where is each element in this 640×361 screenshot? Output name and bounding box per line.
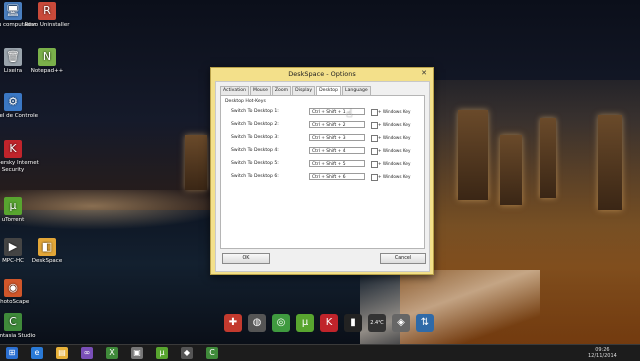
hotkey-label: Switch To Desktop 2:: [231, 122, 279, 127]
desktop-icon-label: uTorrent: [1, 217, 25, 223]
desktop-icon[interactable]: µ uTorrent: [0, 197, 41, 224]
hotkey-field[interactable]: Ctrl + Shift + 1: [309, 108, 365, 115]
start-windows-icon[interactable]: ⊞: [6, 347, 18, 359]
desktop-icon-label: Notepad++: [30, 68, 64, 74]
windows-key-checkbox[interactable]: [371, 135, 378, 142]
xbox-icon[interactable]: X: [106, 347, 118, 359]
wallpaper-building: [598, 115, 622, 210]
network-icon[interactable]: ⇅: [416, 314, 434, 332]
windows-key-checkbox[interactable]: [371, 174, 378, 181]
deskspace-options-dialog[interactable]: DeskSpace - Options ✕ Activation Mouse Z…: [210, 67, 434, 275]
hotkey-field[interactable]: Ctrl + Shift + 6: [309, 173, 365, 180]
hotkey-row: Switch To Desktop 3: Ctrl + Shift + 3 + …: [231, 134, 416, 142]
photos-icon[interactable]: ▣: [131, 347, 143, 359]
hotkeys-group-title: Desktop Hot-Keys: [225, 99, 266, 104]
wallpaper-building: [540, 118, 556, 198]
hotkey-row: Switch To Desktop 6: Ctrl + Shift + 6 + …: [231, 173, 416, 181]
desktop-icon-label: Revo Uninstaller: [24, 22, 70, 28]
windows-key-label: + Windows Key: [378, 135, 411, 140]
taskbar: ⊞ e ▤ ∞ X ▣ µ ◆ C 09:26 12/11/2014: [0, 344, 640, 361]
windows-key-checkbox[interactable]: [371, 122, 378, 129]
visual-studio-icon[interactable]: ∞: [81, 347, 93, 359]
tab-strip: Activation Mouse Zoom Display Desktop La…: [220, 86, 372, 95]
desktop-icon[interactable]: K Kaspersky Internet Security: [0, 140, 41, 173]
windows-key-checkbox[interactable]: [371, 161, 378, 168]
hotkey-label: Switch To Desktop 3:: [231, 135, 279, 140]
desktop-icon[interactable]: R Revo Uninstaller: [19, 2, 75, 29]
kaspersky-icon: K: [4, 140, 22, 158]
ie-icon[interactable]: e: [31, 347, 43, 359]
deskspace-icon: ◧: [38, 238, 56, 256]
control-panel-icon: ⚙: [4, 93, 22, 111]
tab-language[interactable]: Language: [342, 86, 371, 95]
red-app-icon[interactable]: ✚: [224, 314, 242, 332]
utorrent-icon[interactable]: µ: [296, 314, 314, 332]
camtasia-icon: C: [4, 313, 22, 331]
system-icon[interactable]: ◈: [392, 314, 410, 332]
globe-icon[interactable]: ◍: [248, 314, 266, 332]
tab-activation[interactable]: Activation: [220, 86, 249, 95]
tray-clock[interactable]: 09:26 12/11/2014: [588, 347, 617, 359]
cancel-button[interactable]: Cancel: [380, 253, 426, 264]
desktop-icon-label: DeskSpace: [31, 258, 63, 264]
hotkey-label: Switch To Desktop 1:: [231, 109, 279, 114]
desktop-icon[interactable]: ◧ DeskSpace: [19, 238, 75, 265]
close-button[interactable]: ✕: [419, 69, 429, 78]
hotkey-row: Switch To Desktop 2: Ctrl + Shift + 2 + …: [231, 121, 416, 129]
hotkey-field[interactable]: Ctrl + Shift + 5: [309, 160, 365, 167]
hotkey-label: Switch To Desktop 6:: [231, 174, 279, 179]
revo-icon: R: [38, 2, 56, 20]
hotkey-row: Switch To Desktop 5: Ctrl + Shift + 5 + …: [231, 160, 416, 168]
tab-desktop[interactable]: Desktop: [316, 86, 342, 95]
explorer-icon[interactable]: ▤: [56, 347, 68, 359]
hotkey-row: Switch To Desktop 4: Ctrl + Shift + 4 + …: [231, 147, 416, 155]
desktop-icon-label: Camtasia Studio: [0, 333, 36, 339]
clock-date: 12/11/2014: [588, 353, 617, 359]
dialog-title: DeskSpace - Options: [288, 70, 356, 78]
windows-key-label: + Windows Key: [378, 161, 411, 166]
temperature-icon[interactable]: 2.4℃: [368, 314, 386, 332]
dock-bar: ✚ ◍ ◎ µ K ▮ 2.4℃ ◈ ⇅: [218, 312, 454, 342]
hotkey-label: Switch To Desktop 5:: [231, 161, 279, 166]
utorrent-icon[interactable]: µ: [156, 347, 168, 359]
wallpaper-building: [458, 110, 488, 200]
wallpaper-building: [500, 135, 522, 205]
app-icon[interactable]: ◆: [181, 347, 193, 359]
kaspersky-icon[interactable]: K: [320, 314, 338, 332]
tab-display[interactable]: Display: [292, 86, 316, 95]
hotkey-row: Switch To Desktop 1: Ctrl + Shift + 1 + …: [231, 108, 416, 116]
windows-key-label: + Windows Key: [378, 148, 411, 153]
windows-key-label: + Windows Key: [378, 109, 411, 114]
ok-button[interactable]: OK: [222, 253, 270, 264]
wallpaper-building: [185, 135, 207, 190]
desktop-icon-label: PhotoScape: [0, 299, 30, 305]
tab-zoom[interactable]: Zoom: [271, 86, 292, 95]
windows-key-label: + Windows Key: [378, 122, 411, 127]
dialog-body: Activation Mouse Zoom Display Desktop La…: [215, 81, 430, 272]
desktop-tab-panel: Desktop Hot-Keys Switch To Desktop 1: Ct…: [220, 95, 425, 249]
desktop-icon[interactable]: ⚙ Painel de Controle: [0, 93, 41, 120]
chrome-icon[interactable]: ◎: [272, 314, 290, 332]
tab-mouse[interactable]: Mouse: [250, 86, 271, 95]
hotkey-field[interactable]: Ctrl + Shift + 4: [309, 147, 365, 154]
windows-key-label: + Windows Key: [378, 174, 411, 179]
hotkey-label: Switch To Desktop 4:: [231, 148, 279, 153]
desktop-icon[interactable]: C Camtasia Studio: [0, 313, 41, 340]
hotkey-field[interactable]: Ctrl + Shift + 3: [309, 134, 365, 141]
utorrent-icon: µ: [4, 197, 22, 215]
desktop-icon[interactable]: N Notepad++: [19, 48, 75, 75]
hotkey-field[interactable]: Ctrl + Shift + 2: [309, 121, 365, 128]
notepad-icon: N: [38, 48, 56, 66]
hand-cursor-icon: ☝: [346, 107, 353, 120]
camtasia-icon[interactable]: C: [206, 347, 218, 359]
desktop-icon-label: Kaspersky Internet Security: [0, 160, 39, 173]
desktop-icon-label: Painel de Controle: [0, 113, 38, 119]
windows-key-checkbox[interactable]: [371, 148, 378, 155]
video-icon[interactable]: ▮: [344, 314, 362, 332]
photoscape-icon: ◉: [4, 279, 22, 297]
desktop-icon[interactable]: ◉ PhotoScape: [0, 279, 41, 306]
windows-key-checkbox[interactable]: [371, 109, 378, 116]
